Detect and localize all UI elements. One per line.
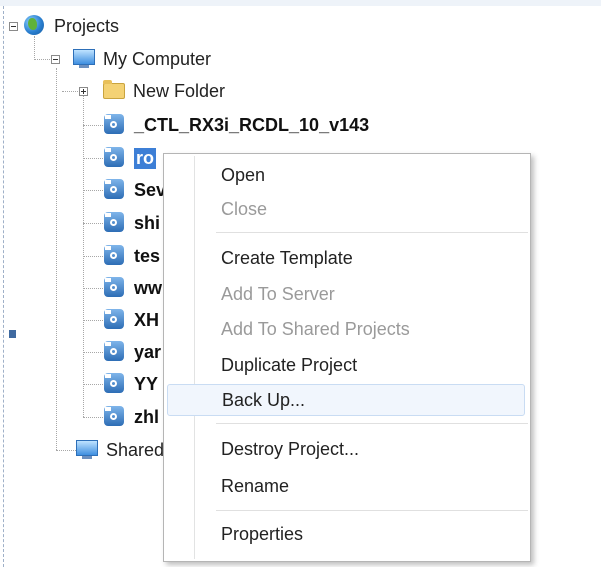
tree-node-new-folder[interactable]: New Folder [103,78,225,104]
tree-line [83,256,103,257]
collapse-toggle[interactable] [9,22,18,31]
menu-separator [216,423,528,424]
computer-icon [76,439,98,461]
tree-node-projects[interactable]: Projects [24,13,119,39]
project-icon [104,179,126,201]
tree-node-project[interactable]: Sev [104,177,166,203]
menu-item-duplicate-project[interactable]: Duplicate Project [167,349,525,381]
project-icon [104,212,126,234]
project-icon [104,245,126,267]
context-menu: Open Close Create Template Add To Server… [163,153,531,562]
tree-node-label: _CTL_RX3i_RCDL_10_v143 [134,114,370,135]
menu-separator [216,510,528,511]
tree-node-label: zhl [134,406,159,427]
tree-node-label: ro [134,147,156,169]
tree-node-label: XH [134,309,160,330]
tree-node-project[interactable]: ww [104,275,162,301]
project-icon [104,147,126,169]
menu-item-open[interactable]: Open [167,159,525,191]
tree-node-project[interactable]: XH [104,307,159,333]
tree-node-label: Shared [106,439,165,460]
tree-node-my-computer[interactable]: My Computer [73,46,211,72]
tree-node-project[interactable]: shi [104,210,160,236]
tree-line [83,190,103,191]
menu-item-create-template[interactable]: Create Template [167,242,525,274]
tree-node-label: ww [134,277,163,298]
project-icon [104,114,126,136]
project-icon [104,277,126,299]
tree-line [56,450,76,451]
tree-node-project[interactable]: YY [104,371,158,397]
project-icon [104,309,126,331]
menu-separator [216,232,528,233]
tree-line [62,91,78,92]
tree-node-label: yar [134,341,162,362]
top-strip [0,0,601,6]
menu-item-back-up[interactable]: Back Up... [167,384,525,416]
menu-item-properties[interactable]: Properties [167,518,525,550]
globe-icon [24,15,46,37]
tree-node-label: Sev [134,179,167,200]
folder-icon [103,80,125,102]
menu-item-add-to-shared-projects[interactable]: Add To Shared Projects [167,313,525,345]
menu-item-add-to-server[interactable]: Add To Server [167,278,525,310]
tree-node-project-selected[interactable]: ro [104,145,156,171]
tree-line [83,125,103,126]
tree-node-project[interactable]: yar [104,339,161,365]
project-icon [104,373,126,395]
tree-node-project[interactable]: tes [104,243,160,269]
splitter-handle[interactable] [9,330,16,338]
tree-node-label: New Folder [133,80,226,101]
tree-node-label: tes [134,245,161,266]
tree-line [83,158,103,159]
pane-border [3,6,4,567]
tree-line [83,223,103,224]
tree-line [83,288,103,289]
tree-node-label: YY [134,373,159,394]
menu-item-close[interactable]: Close [167,193,525,225]
tree-node-project[interactable]: _CTL_RX3i_RCDL_10_v143 [104,112,369,138]
menu-item-rename[interactable]: Rename [167,470,525,502]
expand-toggle[interactable] [79,87,88,96]
tree-node-label: Projects [54,15,120,36]
collapse-toggle[interactable] [51,55,60,64]
tree-line [34,36,35,60]
tree-node-shared[interactable]: Shared [76,437,164,463]
project-icon [104,341,126,363]
tree-node-label: My Computer [103,48,212,69]
tree-line [83,320,103,321]
tree-node-project[interactable]: zhl [104,404,159,430]
project-icon [104,406,126,428]
menu-item-destroy-project[interactable]: Destroy Project... [167,433,525,465]
computer-icon [73,48,95,70]
tree-line [83,417,103,418]
tree-node-label: shi [134,212,161,233]
tree-line [83,384,103,385]
tree-line [83,352,103,353]
tree-line [56,68,57,450]
